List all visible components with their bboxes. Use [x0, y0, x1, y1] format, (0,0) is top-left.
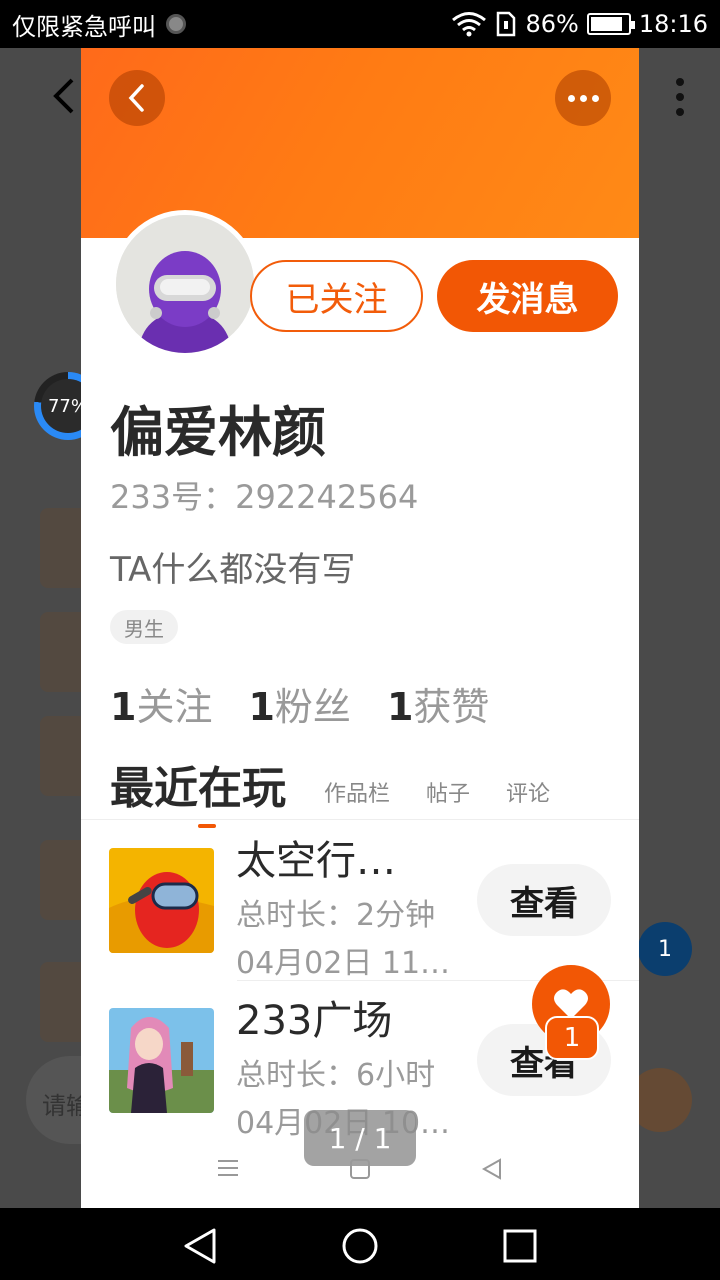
system-recents-icon[interactable]	[500, 1226, 540, 1266]
stat-following[interactable]: 1关注	[110, 676, 212, 731]
system-back-icon[interactable]	[180, 1226, 220, 1266]
like-count-badge: 1	[545, 1016, 599, 1060]
username: 偏爱林颜	[110, 401, 326, 464]
game-playtime: 总时长：6小时	[236, 1058, 436, 1093]
user-id: 233号：292242564	[110, 478, 419, 516]
notification-icon	[166, 14, 186, 34]
menu-icon[interactable]	[217, 1158, 239, 1184]
tab-works[interactable]: 作品栏	[324, 776, 390, 816]
chevron-left-icon	[128, 84, 144, 112]
profile-header-banner	[81, 48, 639, 238]
battery-icon	[586, 13, 635, 35]
divider	[81, 819, 639, 820]
background-badge: 1	[638, 922, 692, 976]
system-nav-bar	[0, 1208, 720, 1280]
system-home-icon[interactable]	[340, 1226, 380, 1266]
tab-recently-played[interactable]: 最近在玩	[110, 752, 286, 828]
more-dots-icon	[567, 94, 599, 102]
send-message-button[interactable]: 发消息	[437, 260, 618, 332]
mini-nav-bar	[81, 1152, 639, 1192]
game-date: 04月02日 11…	[236, 946, 451, 981]
bio: TA什么都没有写	[110, 550, 356, 590]
triangle-back-icon[interactable]	[481, 1158, 503, 1186]
wifi-icon	[452, 12, 487, 37]
game-icon-233-plaza	[109, 1008, 214, 1113]
screen: 仅限紧急呼叫 86% 18:16 请输 77% 1 已关注 发消息 偏爱林颜 2…	[0, 0, 720, 1280]
sim-icon	[497, 11, 516, 37]
carrier-label: 仅限紧急呼叫	[12, 12, 156, 41]
square-icon[interactable]	[349, 1158, 371, 1186]
followed-button[interactable]: 已关注	[250, 260, 423, 332]
tab-comments[interactable]: 评论	[506, 776, 550, 816]
game-playtime: 总时长：2分钟	[236, 898, 436, 933]
view-button[interactable]: 查看	[477, 864, 611, 936]
battery-percent: 86%	[525, 10, 579, 38]
back-button[interactable]	[109, 70, 165, 126]
avatar[interactable]	[111, 210, 259, 358]
background-back-icon	[48, 76, 78, 116]
game-row[interactable]: 太空行… 总时长：2分钟 04月02日 11… 查看	[109, 828, 611, 981]
stat-likes[interactable]: 1获赞	[387, 676, 489, 731]
astronaut-avatar-image	[116, 215, 254, 353]
tab-posts[interactable]: 帖子	[426, 776, 470, 816]
status-bar: 仅限紧急呼叫 86% 18:16	[0, 0, 720, 48]
profile-stats: 1关注 1粉丝 1获赞	[110, 676, 489, 731]
game-name: 233广场	[236, 998, 393, 1044]
game-name: 太空行…	[236, 838, 396, 884]
game-icon-among-us	[109, 848, 214, 953]
gender-tag: 男生	[110, 610, 178, 644]
profile-card: 已关注 发消息 偏爱林颜 233号：292242564 TA什么都没有写 男生 …	[81, 48, 639, 1208]
background-more-icon	[676, 78, 684, 116]
profile-tabs: 最近在玩 作品栏 帖子 评论	[110, 752, 610, 828]
stat-fans[interactable]: 1粉丝	[248, 676, 350, 731]
more-button[interactable]	[555, 70, 611, 126]
clock: 18:16	[638, 10, 708, 38]
